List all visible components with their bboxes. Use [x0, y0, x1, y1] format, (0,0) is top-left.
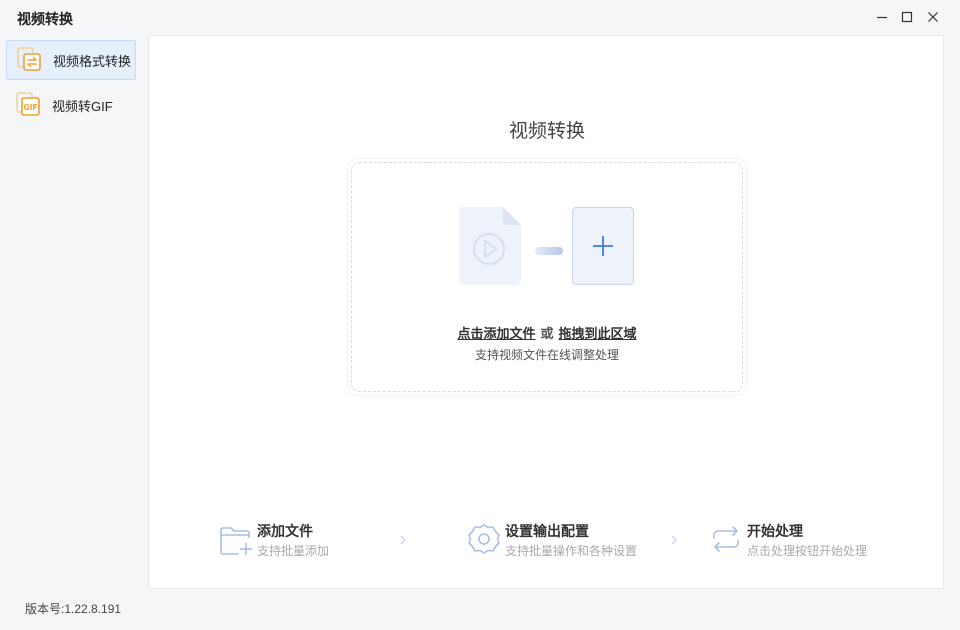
minimize-icon [877, 16, 887, 19]
step-description: 支持批量添加 [257, 544, 330, 558]
sidebar: 视频格式转换 GIF 视频转GIF [0, 35, 145, 595]
minimize-button[interactable] [869, 6, 895, 28]
settings-gear-icon [467, 522, 501, 556]
svg-text:GIF: GIF [23, 103, 37, 112]
add-folder-icon [219, 522, 253, 556]
page-title: 视频转换 [508, 121, 585, 142]
app-title: 视频转换 [17, 11, 73, 27]
sidebar-item-label: 视频格式转换 [53, 53, 132, 69]
chevron-right-icon [398, 533, 408, 547]
video-convert-icon [16, 46, 44, 74]
gif-icon: GIF [15, 91, 43, 119]
step-description: 点击处理按钮开始处理 [747, 544, 868, 558]
chevron-right-icon [669, 533, 679, 547]
maximize-button[interactable] [894, 6, 920, 28]
sidebar-item-label: 视频转GIF [52, 98, 113, 114]
step-title: 开始处理 [747, 523, 803, 539]
drop-subtitle: 支持视频文件在线调整处理 [474, 348, 619, 362]
maximize-icon [901, 11, 913, 23]
step-start-processing: 开始处理 点击处理按钮开始处理 [709, 520, 899, 560]
click-add-file-link[interactable]: 点击添加文件 [457, 326, 535, 341]
step-description: 支持批量操作和各种设置 [505, 544, 638, 558]
add-file-card[interactable] [572, 207, 634, 285]
close-button[interactable] [920, 6, 946, 28]
repeat-icon [709, 522, 743, 556]
step-title: 设置输出配置 [505, 523, 589, 539]
drag-here-link[interactable]: 拖拽到此区域 [559, 326, 637, 341]
step-output-settings: 设置输出配置 支持批量操作和各种设置 [467, 520, 667, 560]
connector-bar [535, 247, 563, 255]
sidebar-item-video-gif[interactable]: GIF 视频转GIF [6, 85, 136, 125]
step-title: 添加文件 [257, 523, 313, 539]
main-panel: 视频转换 点击添加文件或拖拽到此区域 支持视频文件在线调整处理 添加文件 支持批… [148, 35, 944, 589]
or-text: 或 [540, 326, 554, 341]
step-add-files: 添加文件 支持批量添加 [219, 520, 379, 560]
close-icon [928, 12, 938, 22]
plus-icon [593, 236, 613, 256]
video-file-icon [459, 207, 521, 285]
drop-instructions: 点击添加文件或拖拽到此区域 [352, 323, 742, 342]
drop-zone[interactable]: 点击添加文件或拖拽到此区域 支持视频文件在线调整处理 [351, 162, 743, 392]
sidebar-item-video-convert[interactable]: 视频格式转换 [6, 40, 136, 80]
title-bar: 视频转换 [0, 0, 960, 35]
version-label: 版本号:1.22.8.191 [25, 602, 122, 616]
